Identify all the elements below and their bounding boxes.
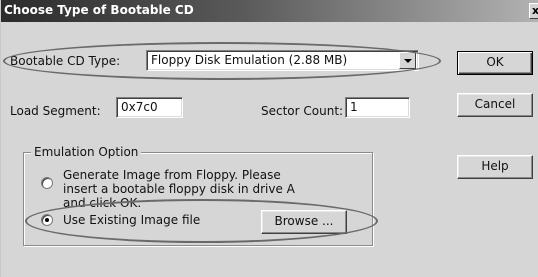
dialog-title: Choose Type of Bootable CD xyxy=(4,3,194,17)
radio-generate-floppy[interactable] xyxy=(41,177,53,189)
use-existing-image-label: Use Existing Image file xyxy=(63,213,201,227)
load-segment-value: 0x7c0 xyxy=(121,100,158,114)
bootable-cd-type-select[interactable]: Floppy Disk Emulation (2.88 MB) xyxy=(146,50,419,71)
sector-count-label: Sector Count: xyxy=(261,104,344,118)
ok-button[interactable]: OK xyxy=(457,51,533,75)
close-icon[interactable]: x xyxy=(529,3,538,19)
title-bar: Choose Type of Bootable CD x xyxy=(1,0,538,22)
help-button[interactable]: Help xyxy=(457,155,533,179)
emulation-option-label: Emulation Option xyxy=(31,145,142,159)
browse-button[interactable]: Browse ... xyxy=(261,210,347,234)
generate-floppy-label: Generate Image from Floppy. Please inser… xyxy=(63,168,295,210)
load-segment-field[interactable]: 0x7c0 xyxy=(116,97,183,118)
sector-count-value: 1 xyxy=(350,100,358,114)
bootable-cd-type-label: Bootable CD Type: xyxy=(10,54,121,68)
sector-count-field[interactable]: 1 xyxy=(345,97,410,118)
load-segment-label: Load Segment: xyxy=(10,104,101,118)
cancel-button[interactable]: Cancel xyxy=(457,93,533,117)
bootable-cd-type-value: Floppy Disk Emulation (2.88 MB) xyxy=(151,53,348,67)
chevron-down-icon[interactable] xyxy=(399,52,416,69)
radio-use-existing-image[interactable] xyxy=(41,214,53,226)
choose-bootable-cd-dialog: Choose Type of Bootable CD x Bootable CD… xyxy=(0,0,538,277)
